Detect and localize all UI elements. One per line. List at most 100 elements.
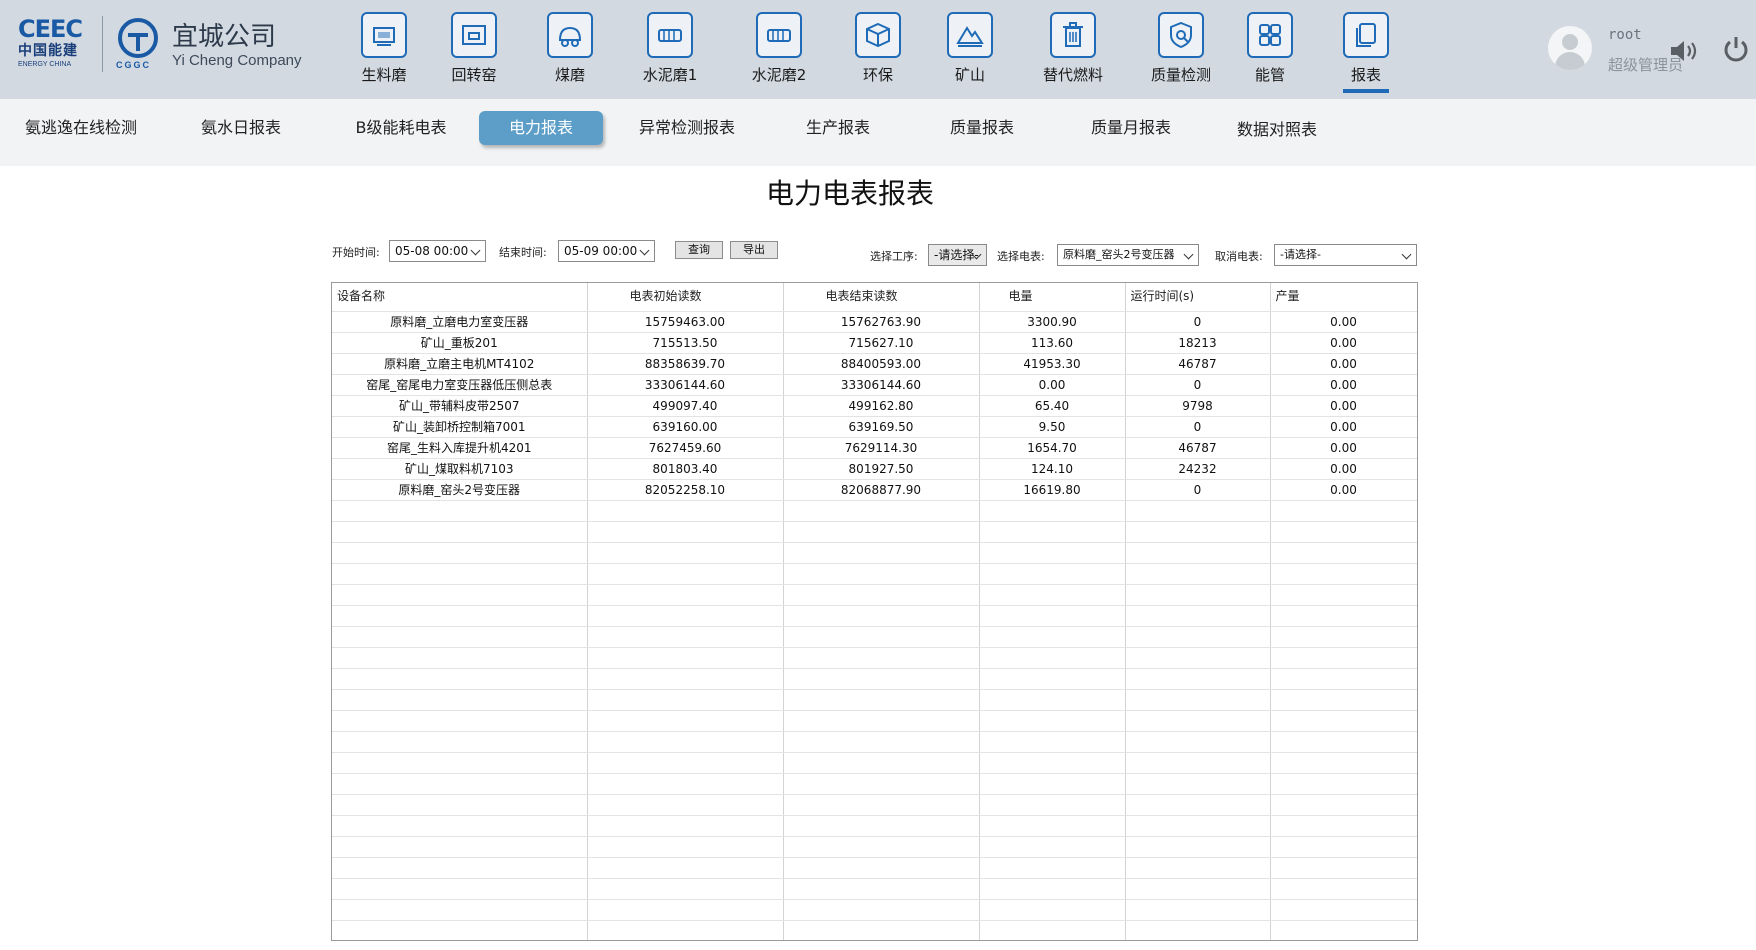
speaker-icon[interactable]	[1669, 38, 1699, 64]
nav-item-cement-mill-1[interactable]: 水泥磨1	[640, 12, 700, 92]
table-cell	[1125, 563, 1271, 585]
nav-item-cement-mill-2[interactable]: 水泥磨2	[749, 12, 809, 92]
tab-b-energy-meter[interactable]: B级能耗电表	[336, 111, 466, 145]
table-cell: 715627.10	[783, 332, 980, 354]
nav-item-environment[interactable]: 环保	[852, 12, 904, 92]
cancel-meter-select[interactable]: -请选择-	[1274, 244, 1417, 266]
end-time-label: 结束时间:	[499, 246, 547, 259]
table-row[interactable]	[332, 794, 1417, 816]
table-cell	[587, 794, 784, 816]
nav-label: 环保	[862, 66, 893, 84]
table-row[interactable]	[332, 710, 1417, 732]
column-header[interactable]: 设备名称	[332, 283, 588, 312]
table-row[interactable]	[332, 689, 1417, 711]
end-time-select[interactable]: 05-09 00:00	[558, 240, 655, 262]
table-row[interactable]: 原料磨_立磨主电机MT4102 88358639.70 88400593.00 419…	[332, 353, 1417, 375]
table-cell: 65.40	[979, 395, 1126, 417]
table-cell: 0.00	[1270, 311, 1417, 333]
table-row[interactable]: 矿山_带辅料皮带2507 499097.40 499162.80 65.40 9798 0…	[332, 395, 1417, 417]
query-button[interactable]: 查询	[675, 241, 723, 259]
table-row[interactable]: 矿山_装卸桥控制箱7001 639160.00 639169.50 9.50 0 0.00	[332, 416, 1417, 438]
table-cell	[332, 752, 588, 774]
shield-search-icon	[1158, 12, 1204, 58]
nav-label: 能管	[1254, 66, 1285, 84]
nav-item-kiln[interactable]: 回转窑	[448, 12, 500, 92]
table-cell	[979, 626, 1126, 648]
table-row[interactable]	[332, 836, 1417, 858]
nav-item-mine[interactable]: 矿山	[944, 12, 996, 92]
company-logo[interactable]: CEEC 中国能建 ENERGY CHINA CGGC 宜城公司 Yi Chen…	[18, 12, 318, 76]
table-row[interactable]	[332, 563, 1417, 585]
column-header[interactable]: 运行时间(s)	[1125, 283, 1271, 312]
table-cell: 原料磨_立磨主电机MT4102	[332, 353, 588, 375]
table-row[interactable]	[332, 752, 1417, 774]
tab-ammonia-daily[interactable]: 氨水日报表	[186, 111, 296, 145]
table-cell	[1270, 857, 1417, 879]
nav-label: 生料磨	[361, 66, 407, 84]
table-row[interactable]	[332, 584, 1417, 606]
energy-china-logo: CEEC 中国能建 ENERGY CHINA	[18, 16, 90, 72]
nav-item-energy-mgmt[interactable]: 能管	[1244, 12, 1296, 92]
table-cell	[1270, 584, 1417, 606]
table-row[interactable]	[332, 899, 1417, 921]
table-cell: 88400593.00	[783, 353, 980, 375]
table-row[interactable]: 原料磨_窑头2号变压器 82052258.10 82068877.90 16619.8…	[332, 479, 1417, 501]
avatar[interactable]	[1548, 26, 1592, 70]
power-report-table[interactable]: 设备名称 电表初始读数 电表结束读数 电量 运行时间(s) 产量 原料磨_立磨电…	[331, 282, 1418, 941]
table-cell	[979, 647, 1126, 669]
table-cell: 0.00	[979, 374, 1126, 396]
nav-item-raw-mill[interactable]: 生料磨	[358, 12, 410, 92]
start-time-select[interactable]: 05-08 00:00	[389, 240, 486, 262]
table-row[interactable]	[332, 815, 1417, 837]
nav-item-quality-check[interactable]: 质量检测	[1148, 12, 1214, 92]
table-cell	[1125, 605, 1271, 627]
table-row[interactable]	[332, 626, 1417, 648]
table-cell	[1270, 773, 1417, 795]
column-header[interactable]: 产量	[1270, 283, 1417, 312]
table-cell: 639169.50	[783, 416, 980, 438]
nav-item-coal-mill[interactable]: 煤磨	[544, 12, 596, 92]
table-row[interactable]	[332, 878, 1417, 900]
meter-select[interactable]: 原料磨_窑头2号变压器	[1057, 244, 1199, 266]
table-row[interactable]: 窑尾_生料入库提升机4201 7627459.60 7629114.30 1654.7…	[332, 437, 1417, 459]
table-cell	[783, 584, 980, 606]
tab-anomaly-report[interactable]: 异常检测报表	[630, 111, 744, 145]
nav-item-reports[interactable]: 报表	[1340, 12, 1392, 93]
column-header[interactable]: 电表初始读数	[587, 283, 784, 312]
table-cell	[1125, 836, 1271, 858]
export-button[interactable]: 导出	[730, 241, 778, 259]
tab-quality-report[interactable]: 质量报表	[938, 111, 1026, 145]
table-row[interactable]	[332, 773, 1417, 795]
table-row[interactable]	[332, 857, 1417, 879]
table-row[interactable]: 矿山_重板201 715513.50 715627.10 113.60 18213 0.0…	[332, 332, 1417, 354]
tab-quality-monthly[interactable]: 质量月报表	[1081, 111, 1181, 145]
table-row[interactable]	[332, 731, 1417, 753]
nav-item-alt-fuel[interactable]: 替代燃料	[1040, 12, 1106, 92]
table-row[interactable]	[332, 605, 1417, 627]
table-cell: 15762763.90	[783, 311, 980, 333]
table-row[interactable]: 原料磨_立磨电力室变压器 15759463.00 15762763.90 3300.9…	[332, 311, 1417, 333]
tab-production-report[interactable]: 生产报表	[794, 111, 882, 145]
table-cell	[1125, 899, 1271, 921]
table-row[interactable]	[332, 521, 1417, 543]
tab-ammonia-escape[interactable]: 氨逃逸在线检测	[20, 111, 142, 145]
table-cell: 0.00	[1270, 458, 1417, 480]
power-icon[interactable]	[1721, 34, 1751, 64]
table-row[interactable]	[332, 920, 1417, 940]
column-header[interactable]: 电表结束读数	[783, 283, 980, 312]
table-row[interactable]	[332, 647, 1417, 669]
coal-mill-icon	[547, 12, 593, 58]
tab-power-report[interactable]: 电力报表	[479, 111, 603, 145]
table-cell	[1270, 563, 1417, 585]
table-row[interactable]	[332, 668, 1417, 690]
nav-label: 煤磨	[554, 66, 585, 84]
column-header[interactable]: 电量	[979, 283, 1126, 312]
table-row[interactable]: 矿山_煤取料机7103 801803.40 801927.50 124.10 24232…	[332, 458, 1417, 480]
tab-data-compare[interactable]: 数据对照表	[1227, 113, 1327, 147]
table-row[interactable]: 窑尾_窑尾电力室变压器低压侧总表 33306144.60 33306144.60 0.…	[332, 374, 1417, 396]
table-row[interactable]	[332, 500, 1417, 522]
table-cell: 82052258.10	[587, 479, 784, 501]
table-cell: 113.60	[979, 332, 1126, 354]
process-select[interactable]: -请选择-	[928, 244, 987, 266]
table-row[interactable]	[332, 542, 1417, 564]
